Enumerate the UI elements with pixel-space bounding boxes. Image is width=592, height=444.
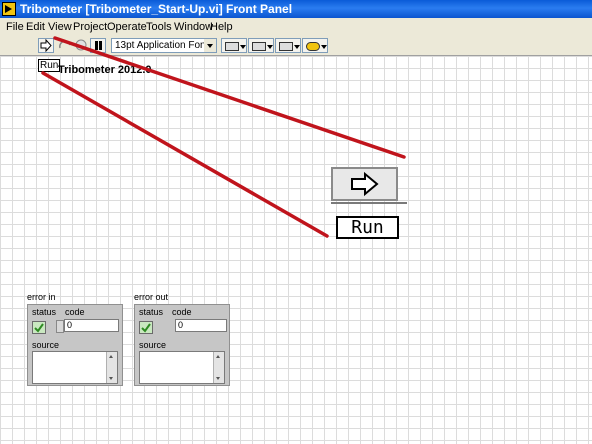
chevron-down-icon xyxy=(240,45,246,49)
labview-icon xyxy=(2,2,16,16)
chevron-down-icon xyxy=(207,44,213,48)
resize-objects-button[interactable] xyxy=(275,38,301,53)
distribute-icon xyxy=(252,42,266,51)
code-field[interactable]: 0 xyxy=(175,319,227,332)
status-label: status xyxy=(139,307,164,317)
vi-name-label: Tribometer 2012.0 xyxy=(58,64,152,76)
code-spinner[interactable] xyxy=(56,320,64,333)
status-indicator[interactable] xyxy=(139,321,153,334)
menu-view[interactable]: View xyxy=(48,21,72,33)
scroll-down-icon xyxy=(109,377,113,380)
font-select[interactable]: 13pt Application Font xyxy=(111,38,217,53)
source-label: source xyxy=(139,340,167,350)
source-scrollbar[interactable] xyxy=(106,352,117,383)
source-scrollbar[interactable] xyxy=(213,352,224,383)
abort-icon xyxy=(75,39,87,51)
scroll-down-icon xyxy=(216,377,220,380)
error-in-cluster: status code 0 source xyxy=(27,304,123,386)
window-title: Tribometer [Tribometer_Start-Up.vi] Fron… xyxy=(20,2,293,16)
source-field[interactable] xyxy=(32,351,118,384)
run-continuously-button[interactable] xyxy=(56,38,74,53)
menu-bar: File Edit View Project Operate Tools Win… xyxy=(0,18,592,38)
status-label: status xyxy=(32,307,57,317)
source-field[interactable] xyxy=(139,351,225,384)
checkmark-icon xyxy=(141,323,151,333)
pause-button[interactable] xyxy=(90,38,106,53)
font-select-dropdown[interactable] xyxy=(204,39,216,52)
align-objects-button[interactable] xyxy=(221,38,247,53)
pause-icon xyxy=(95,41,98,50)
reorder-icon xyxy=(306,42,320,51)
menu-file[interactable]: File xyxy=(6,21,24,33)
chevron-down-icon xyxy=(321,45,327,49)
chevron-down-icon xyxy=(294,45,300,49)
align-icon xyxy=(225,42,239,51)
font-select-value: 13pt Application Font xyxy=(115,40,209,51)
run-button[interactable] xyxy=(38,38,54,53)
status-indicator[interactable] xyxy=(32,321,46,334)
resize-icon xyxy=(279,42,293,51)
error-in-label: error in xyxy=(27,292,56,302)
menu-operate[interactable]: Operate xyxy=(107,21,147,33)
toolbar: 13pt Application Font xyxy=(0,37,592,56)
scroll-up-icon xyxy=(216,355,220,358)
checkmark-icon xyxy=(34,323,44,333)
abort-button[interactable] xyxy=(74,38,88,53)
run-arrow-icon xyxy=(351,171,379,197)
title-bar: Tribometer [Tribometer_Start-Up.vi] Fron… xyxy=(0,0,592,18)
menu-window[interactable]: Window xyxy=(174,21,213,33)
run-label: Run xyxy=(38,59,61,72)
reorder-button[interactable] xyxy=(302,38,328,53)
zoomed-run-label: Run xyxy=(336,216,399,239)
menu-project[interactable]: Project xyxy=(73,21,107,33)
error-out-label: error out xyxy=(134,292,169,302)
run-continuously-icon xyxy=(59,40,71,49)
source-label: source xyxy=(32,340,60,350)
code-label: code xyxy=(172,307,192,317)
menu-help[interactable]: Help xyxy=(210,21,233,33)
run-arrow-icon xyxy=(40,38,52,53)
zoom-separator xyxy=(331,202,407,204)
chevron-down-icon xyxy=(267,45,273,49)
menu-tools[interactable]: Tools xyxy=(146,21,172,33)
error-out-cluster: status code 0 source xyxy=(134,304,230,386)
scroll-up-icon xyxy=(109,355,113,358)
zoomed-run-button xyxy=(331,167,398,201)
menu-edit[interactable]: Edit xyxy=(26,21,45,33)
code-label: code xyxy=(65,307,85,317)
code-field[interactable]: 0 xyxy=(64,319,119,332)
distribute-objects-button[interactable] xyxy=(248,38,274,53)
